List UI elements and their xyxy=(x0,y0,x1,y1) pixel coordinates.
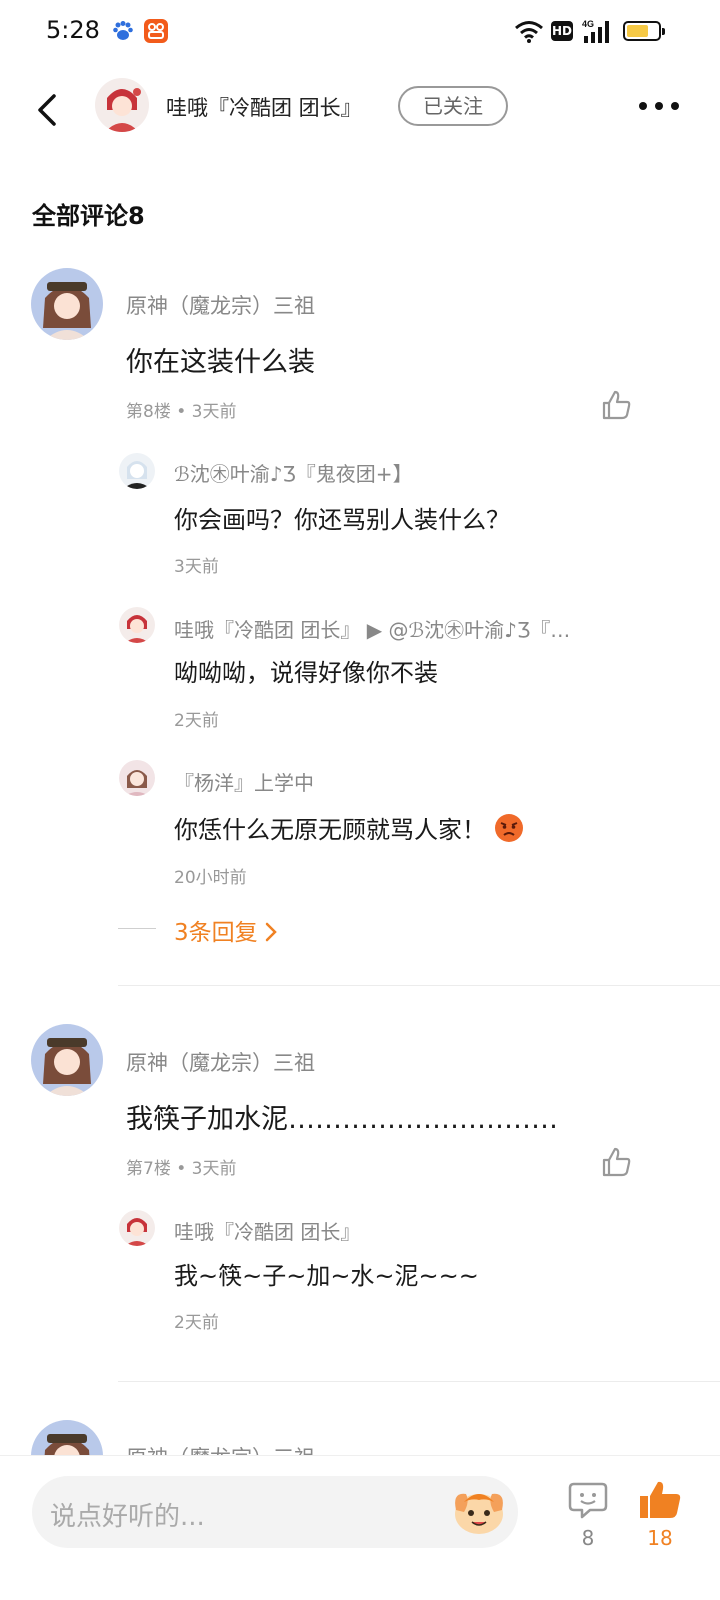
reply-author[interactable]: 哇哦『冷酷团 团长』 ▶ @ℬ沈㊍叶渝♪Ʒ『… xyxy=(174,614,634,643)
commenter-avatar[interactable] xyxy=(31,1024,103,1096)
chevron-right-icon xyxy=(265,922,277,942)
comment-divider xyxy=(118,985,720,986)
reply-avatar[interactable] xyxy=(119,760,155,796)
reply-avatar[interactable] xyxy=(119,453,155,489)
svg-text:4G: 4G xyxy=(582,19,594,29)
angry-face-emoji xyxy=(495,814,523,842)
reply-author[interactable]: ℬ沈㊍叶渝♪Ʒ『鬼夜团+】 xyxy=(174,458,634,487)
comment-meta: 第8楼 • 3天前 xyxy=(126,402,237,422)
reply-author[interactable]: 『杨洋』上学中 xyxy=(174,767,634,796)
all-comments-title: 全部评论8 xyxy=(32,202,145,230)
reply-time: 2天前 xyxy=(174,711,219,731)
reply-avatar[interactable] xyxy=(119,607,155,643)
baidu-app-icon xyxy=(113,21,133,40)
more-options-icon[interactable] xyxy=(636,94,682,118)
following-button[interactable]: 已关注 xyxy=(398,86,508,126)
reply-time: 2天前 xyxy=(174,1313,219,1333)
comment-bubble-icon xyxy=(568,1482,608,1519)
kuaishou-app-icon xyxy=(144,19,168,43)
status-bar: 5:28 HD 4G xyxy=(0,0,720,64)
wifi-icon xyxy=(515,21,543,43)
like-icon[interactable] xyxy=(600,1146,632,1178)
reply-author[interactable]: 哇哦『冷酷团 团长』 xyxy=(174,1216,634,1245)
view-more-replies-link[interactable]: 3条回复 xyxy=(174,913,277,947)
reply-text: 我~筷~子~加~水~泥~~~ xyxy=(174,1262,479,1290)
comment-text: 我筷子加水泥………………………… xyxy=(126,1104,558,1135)
signal-icon: 4G xyxy=(582,19,609,43)
hd-badge: HD xyxy=(551,21,573,41)
top-navigation: 哇哦『冷酷团 团长』 已关注 xyxy=(0,64,720,154)
reply-text: 你恁什么无原无顾就骂人家！ xyxy=(174,810,524,845)
more-replies-label: 3条回复 xyxy=(174,920,258,946)
comment-text: 你在这装什么装 xyxy=(126,347,315,378)
comment-meta: 第7楼 • 3天前 xyxy=(126,1159,237,1179)
author-name[interactable]: 哇哦『冷酷团 团长』 xyxy=(166,92,362,122)
like-count: 18 xyxy=(647,1526,673,1550)
comment-author[interactable]: 原神（魔龙宗）三祖 xyxy=(126,1047,315,1077)
back-arrow-icon[interactable] xyxy=(30,90,66,130)
thumbs-up-filled-icon xyxy=(640,1481,681,1518)
reply-time: 20小时前 xyxy=(174,868,247,888)
mascot-emoji-icon[interactable] xyxy=(450,1482,508,1540)
comment-input[interactable]: 说点好听的... xyxy=(32,1476,518,1548)
reply-time: 3天前 xyxy=(174,557,219,577)
comment-author[interactable]: 原神（魔龙宗）三祖 xyxy=(126,290,315,320)
status-time: 5:28 xyxy=(46,16,100,44)
bottom-action-bar: 说点好听的... 8 18 xyxy=(0,1455,720,1600)
like-icon[interactable] xyxy=(600,389,632,421)
battery-icon xyxy=(623,21,665,41)
reply-text: 呦呦呦，说得好像你不装 xyxy=(174,659,438,687)
comments-button[interactable]: 8 xyxy=(566,1478,610,1558)
author-avatar[interactable] xyxy=(95,78,149,132)
comment-count: 8 xyxy=(581,1526,595,1550)
reply-avatar[interactable] xyxy=(119,1210,155,1246)
reply-text: 你会画吗？你还骂别人装什么？ xyxy=(174,506,510,534)
comment-input-placeholder: 说点好听的... xyxy=(50,1502,205,1532)
divider xyxy=(118,928,156,929)
comment-divider xyxy=(118,1381,720,1382)
reply-text-content: 你恁什么无原无顾就骂人家！ xyxy=(174,816,486,844)
like-button[interactable]: 18 xyxy=(632,1478,688,1558)
commenter-avatar[interactable] xyxy=(31,268,103,340)
